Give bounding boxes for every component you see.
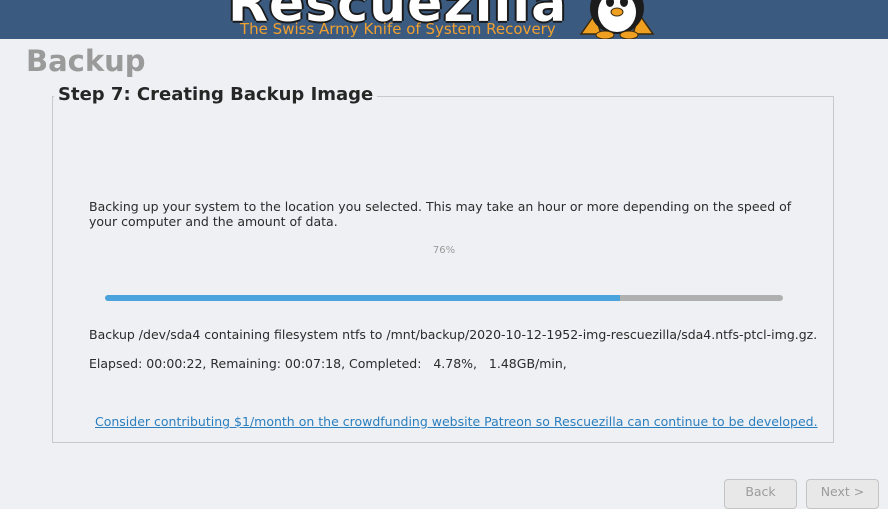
backup-time-text: Elapsed: 00:00:22, Remaining: 00:07:18, … [89,356,567,371]
patreon-link[interactable]: Consider contributing $1/month on the cr… [95,414,818,429]
next-button[interactable]: Next > [806,479,879,509]
back-button[interactable]: Back [724,479,797,509]
progress-percent-label: 76% [432,245,456,256]
app-tagline: The Swiss Army Knife of System Recovery [240,20,556,38]
header-banner: Rescuezilla The Swiss Army Knife of Syst… [0,0,888,39]
page-title: Backup [26,44,146,78]
penguin-mascot-icon [579,0,655,39]
step-frame [52,96,834,443]
step-title: Step 7: Creating Backup Image [54,84,378,106]
backup-status-text: Backup /dev/sda4 containing filesystem n… [89,327,818,342]
progress-bar-fill [105,295,621,301]
progress-bar [105,295,783,301]
step-description: Backing up your system to the location y… [89,199,792,229]
